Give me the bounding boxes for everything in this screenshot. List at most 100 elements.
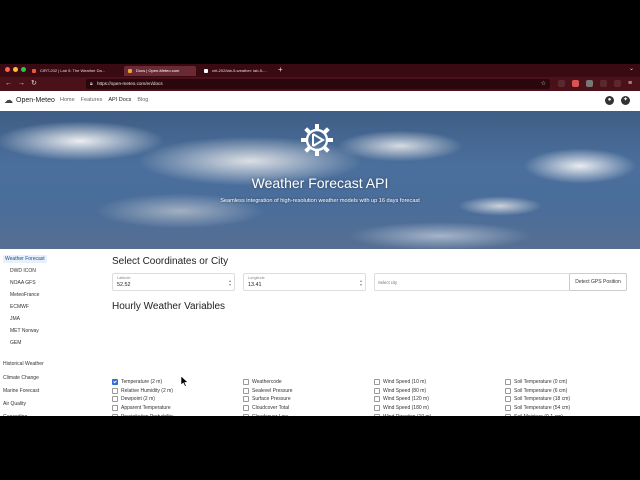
- checkbox[interactable]: [112, 387, 118, 394]
- account-icon[interactable]: [614, 80, 621, 87]
- hourly-variable-option[interactable]: Wind Speed (120 m): [374, 396, 429, 403]
- twitter-icon[interactable]: ✦: [621, 96, 630, 105]
- browser-toolbar: ← → ↻ 🔒︎ https://open-meteo.com/en/docs …: [0, 77, 640, 91]
- lock-icon: 🔒︎: [90, 81, 93, 87]
- sidebar-item-meteofrance[interactable]: MeteoFrance: [10, 292, 39, 298]
- checkbox[interactable]: [505, 405, 511, 412]
- hero-subtitle: Seamless integration of high-resolution …: [220, 198, 420, 204]
- checkbox[interactable]: [112, 405, 118, 412]
- hourly-variable-option[interactable]: Apparent Temperature: [112, 405, 171, 412]
- latitude-label: Latitude: [117, 276, 131, 280]
- menu-item-home[interactable]: Home: [60, 97, 75, 103]
- longitude-stepper-icon[interactable]: ▴ ▾: [360, 279, 362, 287]
- menu-item-features[interactable]: Features: [81, 97, 103, 103]
- sidebar-item-marine-forecast[interactable]: Marine Forecast: [3, 388, 39, 394]
- longitude-field[interactable]: Longitude 13.41 ▴ ▾: [243, 273, 366, 291]
- checkbox[interactable]: [374, 396, 380, 403]
- coords-title: Select Coordinates or City: [112, 256, 229, 267]
- sidebar-item-historical-weather[interactable]: Historical Weather: [3, 361, 44, 367]
- sidebar-item-air-quality[interactable]: Air Quality: [3, 401, 26, 407]
- latitude-field[interactable]: Latitude 52.52 ▴ ▾: [112, 273, 235, 291]
- hourly-variable-option[interactable]: Precipitation Probability: [112, 413, 173, 416]
- tab-list-chevron-icon[interactable]: ⌄: [629, 65, 634, 72]
- browser-tab[interactable]: Docs | Open-Meteo.com: [124, 66, 196, 76]
- pocket-icon[interactable]: [558, 80, 565, 87]
- hourly-variable-label: Soil Temperature (0 cm): [514, 379, 568, 385]
- sidebar-item-jma[interactable]: JMA: [10, 316, 20, 322]
- checkbox[interactable]: [243, 396, 249, 403]
- checkbox[interactable]: [505, 396, 511, 403]
- city-search-input[interactable]: [378, 280, 558, 285]
- bookmark-star-icon[interactable]: ☆: [541, 79, 546, 89]
- sidebar-item-ecmwf[interactable]: ECMWF: [10, 304, 29, 310]
- checkbox[interactable]: [243, 413, 249, 416]
- new-tab-button[interactable]: +: [278, 65, 283, 75]
- hourly-variable-option[interactable]: Wind Direction (10 m): [374, 413, 431, 416]
- detect-gps-button[interactable]: Detect GPS Position: [569, 273, 627, 291]
- tab-label: CIRT-202 | Lab 5: The Weather Da...: [40, 68, 106, 73]
- checkbox[interactable]: [112, 379, 118, 385]
- hourly-variable-option[interactable]: Soil Moisture (0-1 cm): [505, 413, 563, 416]
- hourly-variable-option[interactable]: Wind Speed (10 m): [374, 379, 426, 385]
- sidebar-item-noaa-gfs[interactable]: NOAA GFS: [10, 280, 36, 286]
- hourly-variable-option[interactable]: Soil Temperature (54 cm): [505, 405, 570, 412]
- hourly-variable-option[interactable]: Sealevel Pressure: [243, 387, 293, 394]
- checkbox[interactable]: [243, 379, 249, 385]
- menu-item-api-docs[interactable]: API Docs: [108, 97, 131, 103]
- close-window-icon[interactable]: [5, 67, 10, 72]
- address-bar[interactable]: 🔒︎ https://open-meteo.com/en/docs ☆: [86, 79, 550, 89]
- tab-favicon-icon: [32, 69, 36, 73]
- checkbox[interactable]: [374, 413, 380, 416]
- hourly-variable-option[interactable]: Weathercode: [243, 379, 282, 385]
- download-icon[interactable]: [586, 80, 593, 87]
- hourly-variable-option[interactable]: Surface Pressure: [243, 396, 291, 403]
- menu-icon[interactable]: ≡: [628, 79, 632, 89]
- hourly-variable-option[interactable]: Cloudcover Low: [243, 413, 288, 416]
- sidebar-item-met-norway[interactable]: MET Norway: [10, 328, 39, 334]
- sidebar-item-weather-forecast[interactable]: Weather Forecast: [3, 255, 47, 263]
- browser-tab[interactable]: cirt-202/lab-5-weather: lab-5-...: [200, 66, 274, 76]
- checkbox[interactable]: [374, 405, 380, 412]
- hourly-variable-option[interactable]: Relative Humidity (2 m): [112, 387, 173, 394]
- checkbox[interactable]: [112, 396, 118, 403]
- browser-tab[interactable]: CIRT-202 | Lab 5: The Weather Da...: [28, 66, 120, 76]
- hourly-variable-label: Wind Speed (180 m): [383, 405, 429, 412]
- latitude-stepper-icon[interactable]: ▴ ▾: [229, 279, 231, 287]
- hourly-title: Hourly Weather Variables: [112, 301, 226, 312]
- checkbox[interactable]: [374, 379, 380, 385]
- sidebar-item-climate-change[interactable]: Climate Change: [3, 375, 39, 381]
- sidebar-item-gem[interactable]: GEM: [10, 340, 21, 346]
- hourly-variable-label: Cloudcover Low: [252, 414, 288, 416]
- hourly-variable-option[interactable]: Temperature (2 m): [112, 379, 162, 385]
- menu-item-blog[interactable]: Blog: [137, 97, 148, 103]
- hourly-variable-option[interactable]: Soil Temperature (18 cm): [505, 396, 571, 403]
- checkbox[interactable]: [243, 405, 249, 412]
- hourly-variable-option[interactable]: Wind Speed (180 m): [374, 405, 429, 412]
- hourly-variable-option[interactable]: Soil Temperature (0 cm): [505, 379, 567, 385]
- minimize-window-icon[interactable]: [13, 67, 18, 72]
- hourly-variable-label: Surface Pressure: [252, 396, 291, 403]
- hourly-variable-option[interactable]: Dewpoint (2 m): [112, 396, 155, 403]
- hourly-variable-option[interactable]: Soil Temperature (6 cm): [505, 387, 567, 394]
- checkbox[interactable]: [505, 387, 511, 394]
- github-icon[interactable]: ●: [605, 96, 614, 105]
- brand[interactable]: ☁︎ Open-Meteo: [4, 96, 55, 105]
- city-field[interactable]: [374, 273, 570, 291]
- hourly-variable-option[interactable]: Wind Speed (80 m): [374, 387, 426, 394]
- hourly-variable-label: Soil Moisture (0-1 cm): [514, 414, 563, 416]
- checkbox[interactable]: [374, 387, 380, 394]
- extensions-puzzle-icon[interactable]: [600, 80, 607, 87]
- checkbox[interactable]: [243, 387, 249, 394]
- checkbox[interactable]: [112, 413, 118, 416]
- reload-icon[interactable]: ↻: [31, 79, 37, 89]
- sidebar-item-geocoding[interactable]: Geocoding: [3, 414, 27, 416]
- maximize-window-icon[interactable]: [21, 67, 26, 72]
- sidebar-item-dwd-icon[interactable]: DWD ICON: [10, 268, 36, 274]
- checkbox[interactable]: [505, 379, 511, 385]
- forward-icon[interactable]: →: [18, 79, 25, 89]
- extension-icon[interactable]: [572, 80, 579, 87]
- back-icon[interactable]: ←: [5, 79, 12, 89]
- checkbox[interactable]: [505, 413, 511, 416]
- hourly-variable-label: Soil Temperature (18 cm): [514, 396, 571, 403]
- hourly-variable-option[interactable]: Cloudcover Total: [243, 405, 289, 412]
